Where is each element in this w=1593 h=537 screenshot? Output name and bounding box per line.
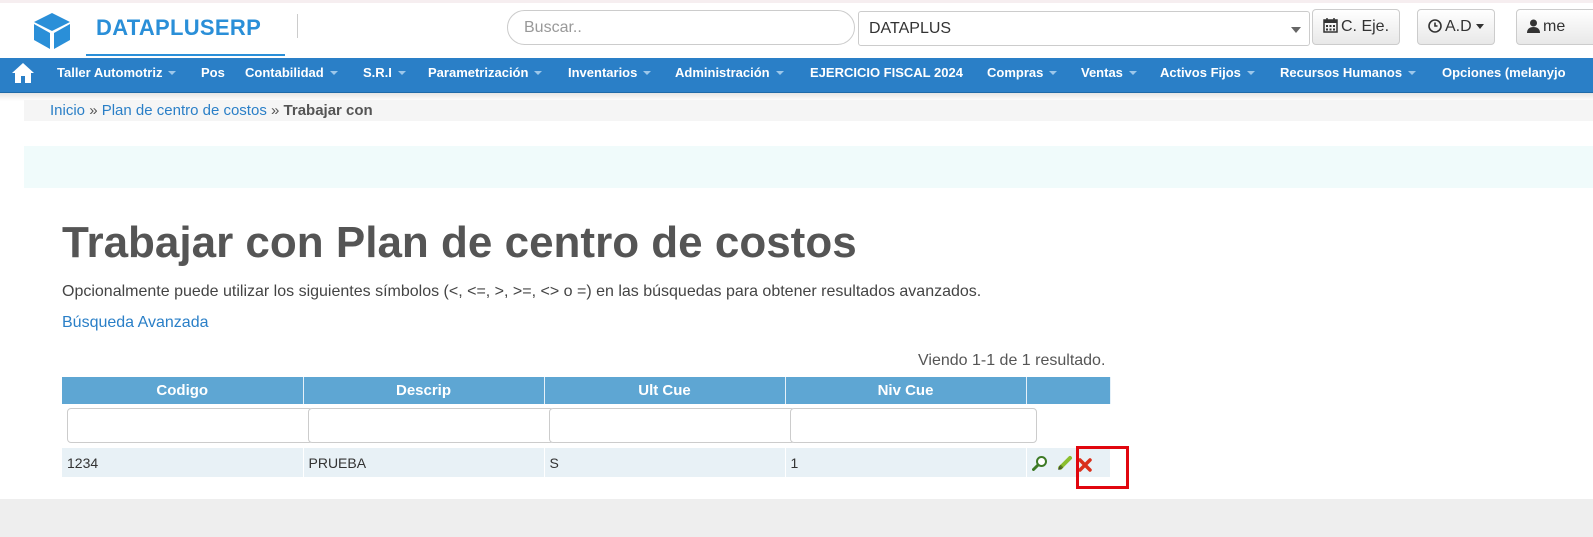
breadcrumb-parent-link[interactable]: Plan de centro de costos: [102, 102, 267, 119]
filter-niv-cue-input[interactable]: [790, 408, 1037, 443]
cell-niv-cue: 1: [785, 448, 1027, 477]
brand-name[interactable]: DATAPLUSERP: [96, 15, 261, 41]
chevron-down-icon: [1291, 27, 1301, 33]
nav-item-inventarios[interactable]: Inventarios: [568, 65, 652, 80]
cell-codigo: 1234: [62, 448, 304, 477]
cube-logo-icon[interactable]: [32, 12, 72, 50]
nav-item-compras[interactable]: Compras: [987, 65, 1058, 80]
brand-underline: [86, 54, 285, 56]
table-header-row: Codigo Descrip Ult Cue Niv Cue: [62, 377, 1111, 404]
fiscal-year-label: C. Eje.: [1341, 18, 1390, 35]
advanced-search-link[interactable]: Búsqueda Avanzada: [62, 314, 209, 332]
filter-row: [62, 404, 1110, 448]
clock-icon: [1428, 19, 1442, 33]
nav-item-contabilidad[interactable]: Contabilidad: [245, 65, 338, 80]
nav-item-pos[interactable]: Pos: [201, 65, 225, 80]
column-header-codigo[interactable]: Codigo: [62, 377, 304, 404]
column-header-descrip[interactable]: Descrip: [303, 377, 545, 404]
company-select[interactable]: DATAPLUS: [858, 11, 1310, 46]
breadcrumb-current: Trabajar con: [283, 102, 373, 119]
search-help-text: Opcionalmente puede utilizar los siguien…: [62, 283, 982, 300]
user-menu-button[interactable]: me: [1516, 9, 1593, 45]
column-header-actions: [1026, 377, 1111, 404]
nav-item-sri[interactable]: S.R.I: [363, 65, 406, 80]
breadcrumb-separator: »: [89, 102, 98, 119]
nav-item-administracion[interactable]: Administración: [675, 65, 784, 80]
filter-codigo-input[interactable]: [67, 408, 313, 443]
column-header-niv-cue[interactable]: Niv Cue: [785, 377, 1027, 404]
calendar-icon: [1323, 18, 1338, 33]
breadcrumb-separator: »: [271, 102, 280, 119]
nav-item-ejercicio-fiscal[interactable]: EJERCICIO FISCAL 2024: [810, 65, 963, 80]
search-input[interactable]: [507, 10, 855, 45]
page-footer: [0, 499, 1593, 537]
page-title: Trabajar con Plan de centro de costos: [62, 218, 857, 267]
nav-item-recursos-humanos[interactable]: Recursos Humanos: [1280, 65, 1417, 80]
user-label: me: [1543, 18, 1566, 35]
header-divider: [297, 14, 298, 38]
info-bar: [24, 146, 1593, 188]
cell-descrip: PRUEBA: [303, 448, 545, 477]
session-dropdown-button[interactable]: A.D: [1417, 9, 1495, 45]
results-table: Codigo Descrip Ult Cue Niv Cue 1234 PRUE…: [62, 377, 1111, 477]
filter-descrip-input[interactable]: [308, 408, 554, 443]
chevron-down-icon: [1475, 24, 1484, 29]
user-icon: [1527, 19, 1540, 33]
cell-ult-cue: S: [544, 448, 786, 477]
main-nav: Taller Automotriz Pos Contabilidad S.R.I…: [0, 58, 1593, 93]
top-strip: [0, 0, 1593, 3]
fiscal-year-button[interactable]: C. Eje.: [1312, 9, 1401, 45]
session-label: A.D: [1445, 18, 1472, 35]
edit-icon[interactable]: [1057, 455, 1073, 471]
nav-item-parametrizacion[interactable]: Parametrización: [428, 65, 543, 80]
company-select-value: DATAPLUS: [869, 20, 952, 37]
nav-item-taller-automotriz[interactable]: Taller Automotriz: [57, 65, 177, 80]
nav-item-activos-fijos[interactable]: Activos Fijos: [1160, 65, 1255, 80]
table-row[interactable]: 1234 PRUEBA S 1: [62, 448, 1111, 477]
nav-item-opciones[interactable]: Opciones (melanyjo: [1442, 65, 1566, 80]
delete-highlight-box: [1076, 446, 1129, 489]
column-header-ult-cue[interactable]: Ult Cue: [544, 377, 786, 404]
view-icon[interactable]: [1031, 455, 1048, 471]
breadcrumb-home-link[interactable]: Inicio: [50, 102, 85, 119]
nav-item-ventas[interactable]: Ventas: [1081, 65, 1137, 80]
breadcrumb: Inicio » Plan de centro de costos » Trab…: [50, 102, 373, 119]
results-summary: Viendo 1-1 de 1 resultado.: [918, 352, 1106, 369]
home-icon[interactable]: [11, 62, 35, 84]
filter-ult-cue-input[interactable]: [549, 408, 795, 443]
